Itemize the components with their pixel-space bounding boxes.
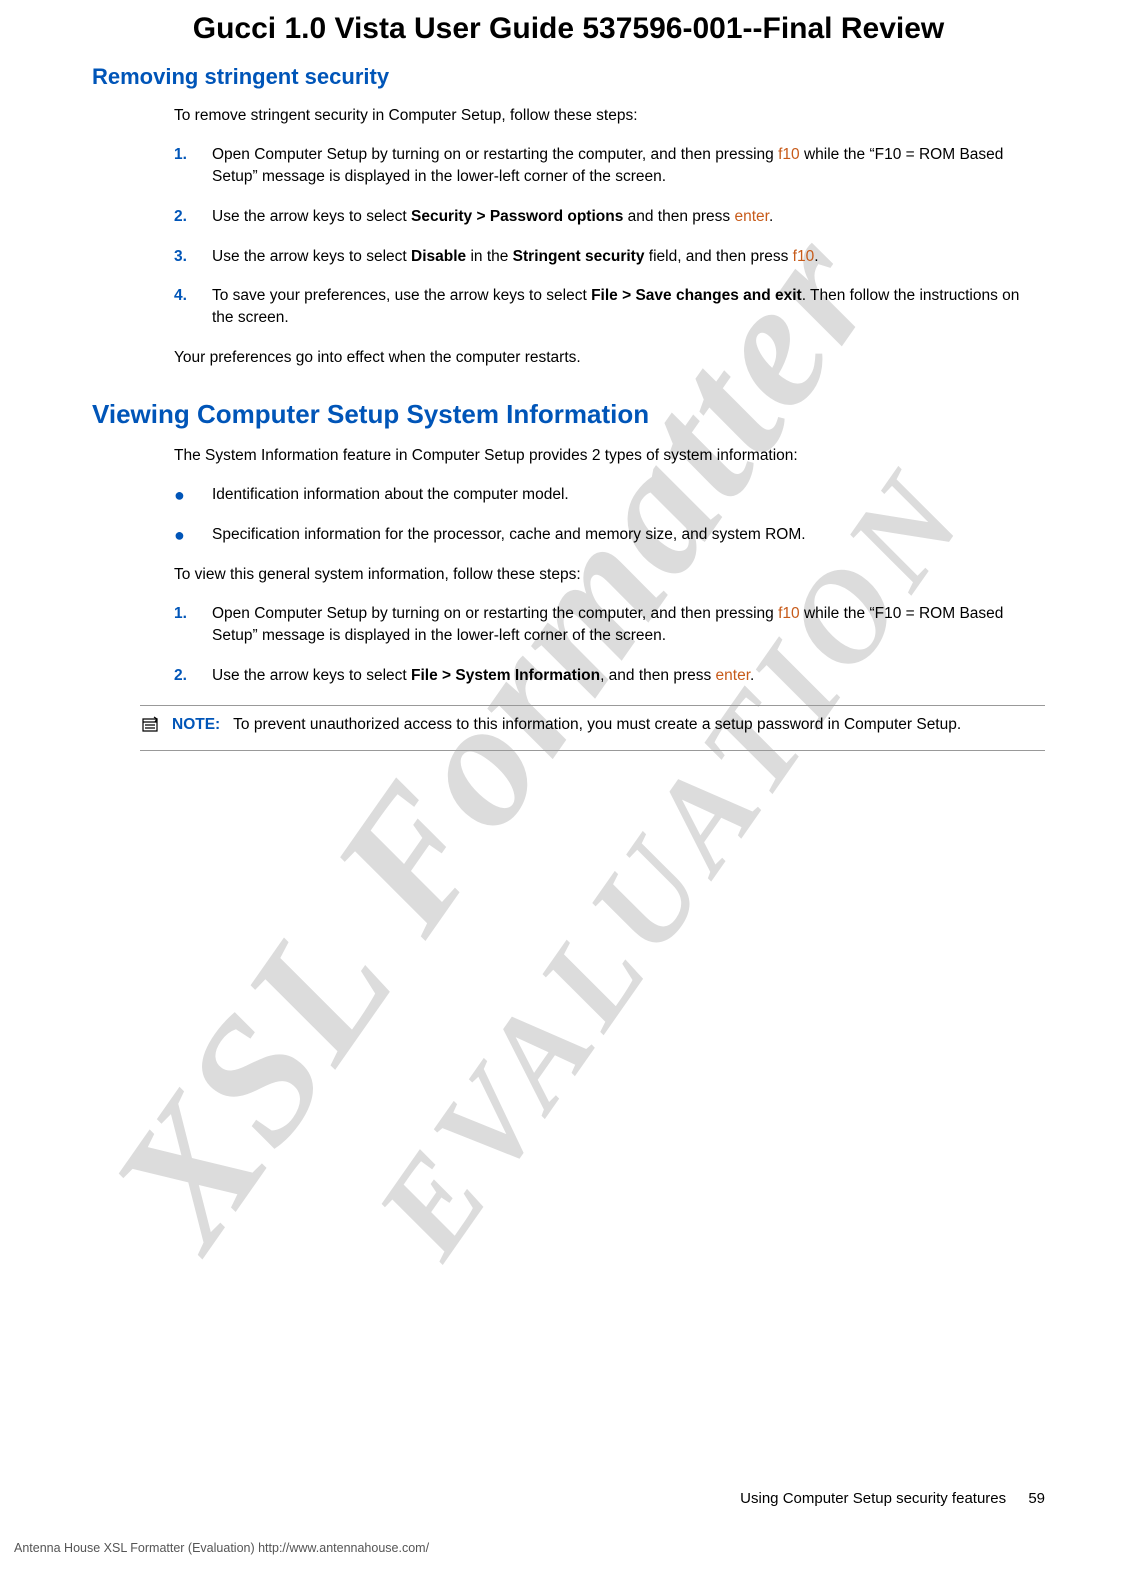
- list-item: 1. Open Computer Setup by turning on or …: [174, 603, 1045, 646]
- step-text: Open Computer Setup by turning on or res…: [212, 144, 1045, 187]
- key-enter: enter: [735, 208, 769, 225]
- step-text: Open Computer Setup by turning on or res…: [212, 603, 1045, 646]
- note-box: NOTE: To prevent unauthorized access to …: [140, 705, 1045, 752]
- list-item: 1. Open Computer Setup by turning on or …: [174, 144, 1045, 187]
- step-number: 1.: [174, 603, 212, 646]
- list-item: ● Specification information for the proc…: [174, 524, 1045, 546]
- step-text: Use the arrow keys to select Disable in …: [212, 246, 1045, 268]
- step-number: 4.: [174, 285, 212, 328]
- page-content: Gucci 1.0 Vista User Guide 537596-001--F…: [0, 8, 1137, 751]
- section-heading-removing: Removing stringent security: [92, 62, 1045, 93]
- footer-section-title: Using Computer Setup security features: [740, 1490, 1006, 1507]
- intro-text: To view this general system information,…: [174, 564, 1045, 586]
- list-item: 2. Use the arrow keys to select File > S…: [174, 665, 1045, 687]
- footer-left: Antenna House XSL Formatter (Evaluation)…: [14, 1540, 429, 1558]
- bullet-list: ● Identification information about the c…: [174, 484, 1045, 545]
- page-number: 59: [1028, 1490, 1045, 1507]
- step-number: 3.: [174, 246, 212, 268]
- note-text: NOTE: To prevent unauthorized access to …: [172, 714, 1045, 743]
- list-item: 3. Use the arrow keys to select Disable …: [174, 246, 1045, 268]
- note-icon: [140, 714, 162, 743]
- bullet-text: Identification information about the com…: [212, 484, 1045, 506]
- list-item: 2. Use the arrow keys to select Security…: [174, 206, 1045, 228]
- step-number: 1.: [174, 144, 212, 187]
- bullet-icon: ●: [174, 484, 212, 506]
- list-item: ● Identification information about the c…: [174, 484, 1045, 506]
- key-f10: f10: [778, 146, 800, 163]
- key-enter: enter: [716, 667, 750, 684]
- note-label: NOTE:: [172, 716, 220, 733]
- footer-right: Using Computer Setup security features 5…: [740, 1488, 1045, 1509]
- ordered-list-section1: 1. Open Computer Setup by turning on or …: [174, 144, 1045, 328]
- intro-text: To remove stringent security in Computer…: [174, 105, 1045, 127]
- step-text: To save your preferences, use the arrow …: [212, 285, 1045, 328]
- bullet-icon: ●: [174, 524, 212, 546]
- step-number: 2.: [174, 665, 212, 687]
- ordered-list-section2: 1. Open Computer Setup by turning on or …: [174, 603, 1045, 686]
- section-heading-viewing: Viewing Computer Setup System Informatio…: [92, 396, 1045, 432]
- page-title: Gucci 1.0 Vista User Guide 537596-001--F…: [92, 8, 1045, 50]
- key-f10: f10: [778, 605, 800, 622]
- step-text: Use the arrow keys to select Security > …: [212, 206, 1045, 228]
- intro-text: The System Information feature in Comput…: [174, 445, 1045, 467]
- bullet-text: Specification information for the proces…: [212, 524, 1045, 546]
- step-text: Use the arrow keys to select File > Syst…: [212, 665, 1045, 687]
- step-number: 2.: [174, 206, 212, 228]
- key-f10: f10: [793, 248, 815, 265]
- list-item: 4. To save your preferences, use the arr…: [174, 285, 1045, 328]
- outro-text: Your preferences go into effect when the…: [174, 347, 1045, 369]
